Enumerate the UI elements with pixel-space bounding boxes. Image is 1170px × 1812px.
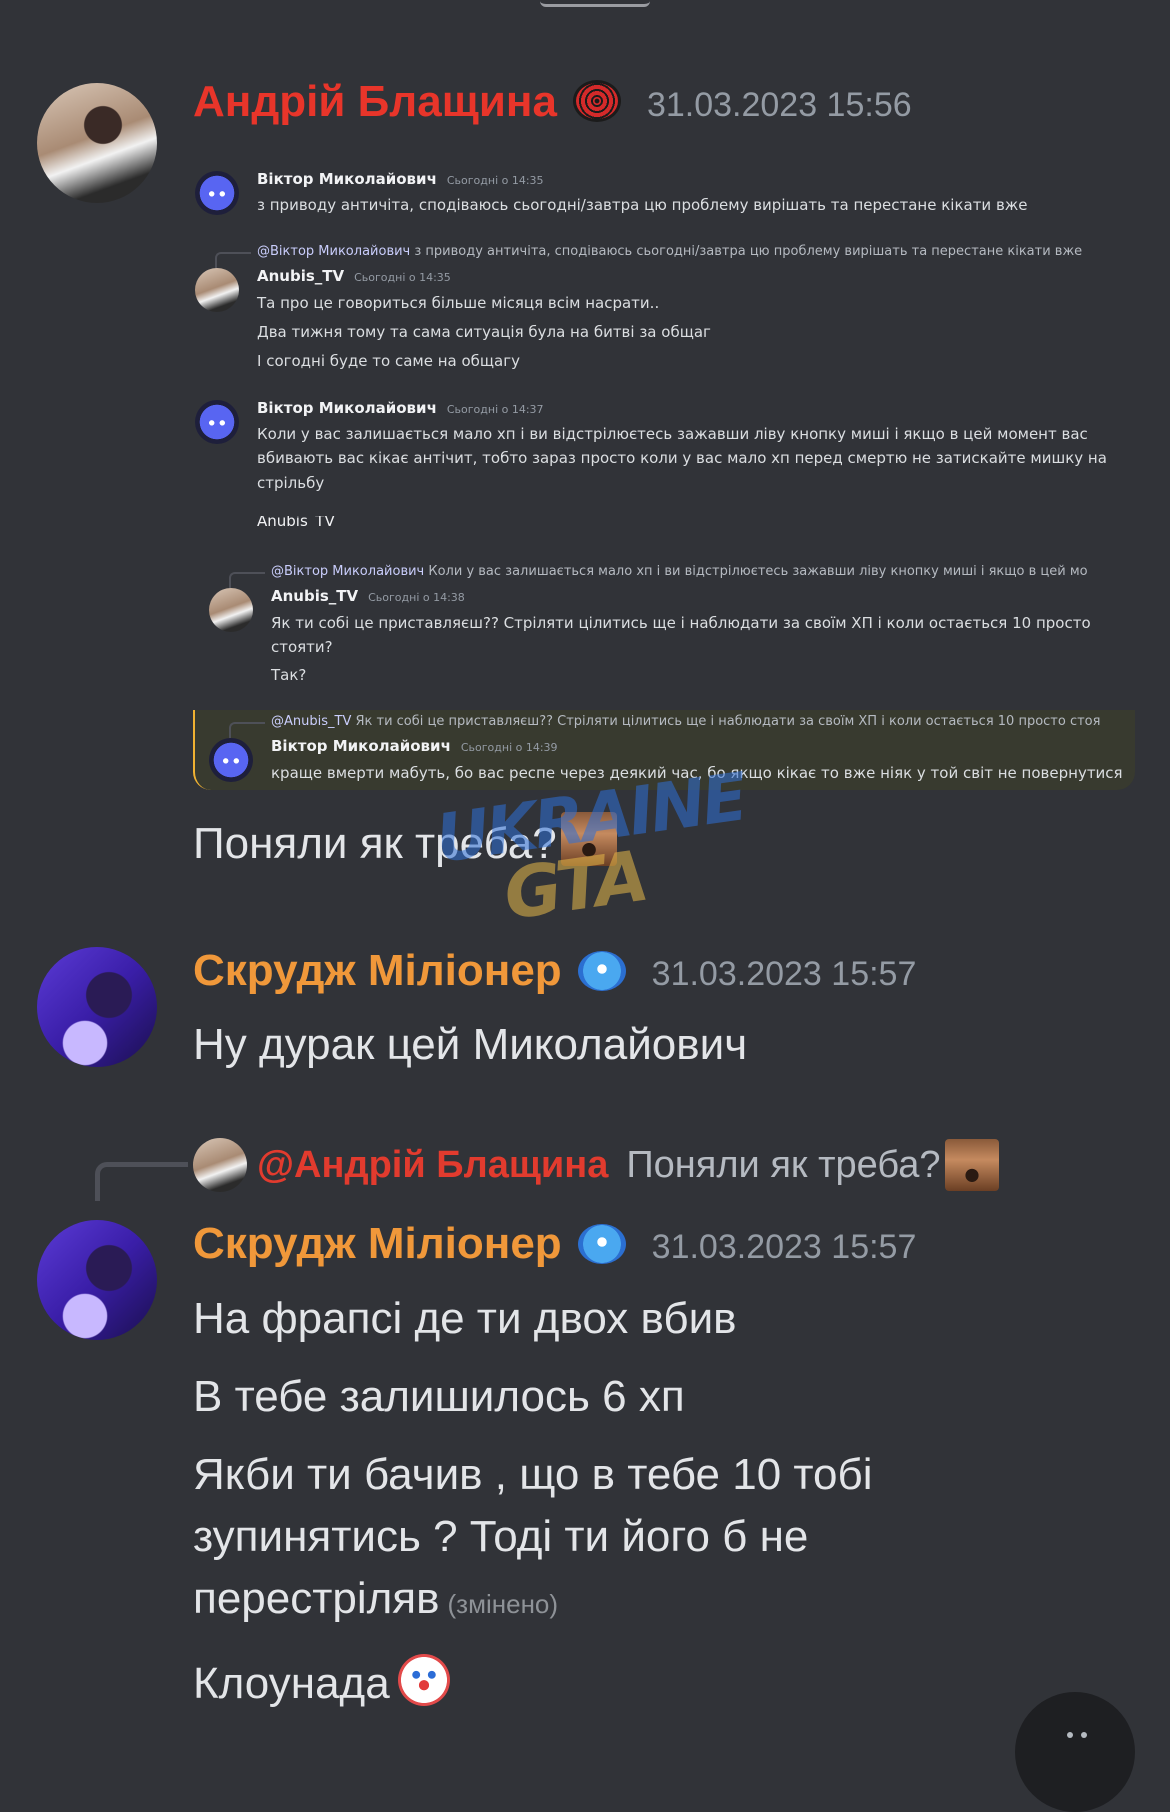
- message-header: Скрудж Міліонер 31.03.2023 15:57: [193, 1218, 916, 1269]
- message-text[interactable]: Ну дурак цей Миколайович: [193, 1020, 747, 1070]
- avatar: [209, 588, 253, 632]
- avatar[interactable]: [37, 947, 157, 1067]
- more-actions-button[interactable]: [1015, 1692, 1135, 1812]
- embed-author: Віктор Миколайович Сьогодні о 14:39: [271, 737, 558, 755]
- message-text[interactable]: Клоунада: [193, 1654, 450, 1709]
- embed-reply-preview: @Віктор Миколайович Коли у вас залишаєть…: [271, 564, 1088, 579]
- message-text[interactable]: На фрапсі де ти двох вбив: [193, 1294, 737, 1344]
- message-text[interactable]: Якби ти бачив , що в тебе 10 тобі: [193, 1450, 873, 1500]
- embed-message-text: стояти?: [271, 638, 333, 656]
- timestamp: 31.03.2023 15:57: [651, 1228, 917, 1266]
- username[interactable]: Скрудж Міліонер: [193, 1219, 562, 1269]
- message-header: Скрудж Міліонер 31.03.2023 15:57: [193, 945, 916, 996]
- avatar: [195, 400, 239, 444]
- avatar: [193, 1138, 247, 1192]
- username[interactable]: Скрудж Міліонер: [193, 946, 562, 996]
- embed-message-text: стрільбу: [257, 474, 325, 492]
- reply-spine: [229, 722, 265, 738]
- embed-message-text: вбивають вас кікає антічит, тобто зараз …: [257, 449, 1107, 467]
- embed-message-text: Коли у вас залишається мало хп і ви відс…: [257, 425, 1088, 443]
- timestamp: 31.03.2023 15:56: [646, 86, 912, 124]
- embedded-screenshot: Віктор Миколайович Сьогодні о 14:35 з при…: [193, 150, 1135, 790]
- embed-message-text: Та про це говориться більше місяця всім …: [257, 294, 660, 312]
- embed-author: Віктор Миколайович Сьогодні о 14:37: [257, 399, 544, 417]
- blue-face-icon: [577, 1224, 626, 1264]
- blue-face-icon: [577, 951, 626, 991]
- edited-label: (змінено): [447, 1589, 559, 1619]
- embed-message-text: Як ти собі це приставляєш?? Стріляти ціл…: [271, 614, 1091, 632]
- embed-message-text: з приводу античіта, сподіваюсь сьогодні/…: [257, 196, 1028, 214]
- embed-author: Віктор Миколайович Сьогодні о 14:35: [257, 170, 544, 188]
- embed-author: Anubis_TV Сьогодні о 14:35: [257, 267, 451, 285]
- timestamp: 31.03.2023 15:57: [651, 955, 917, 993]
- spider-icon: [572, 80, 621, 122]
- embed-reply-preview: @Віктор Миколайович з приводу античіта, …: [257, 244, 1083, 259]
- message-text[interactable]: перестріляв (змінено): [193, 1574, 558, 1624]
- embed-message-text: Два тижня тому та сама ситуація була на …: [257, 323, 711, 341]
- avatar: [209, 738, 253, 782]
- reply-mention[interactable]: @Андрій Блащина: [257, 1144, 608, 1187]
- message-header: Андрій Блащина 31.03.2023 15:56: [193, 74, 912, 127]
- embed-message-text: Так?: [271, 666, 307, 684]
- message-text[interactable]: В тебе залишилось 6 хп: [193, 1372, 685, 1422]
- cropped-fragment: Anubis_TV: [257, 516, 335, 526]
- avatar[interactable]: [37, 83, 157, 203]
- clown-icon: [397, 1654, 450, 1706]
- embed-author: Anubis_TV Сьогодні о 14:38: [271, 587, 465, 605]
- avatar: [195, 171, 239, 215]
- top-cut-indicator: [0, 0, 1170, 10]
- avatar[interactable]: [37, 1220, 157, 1340]
- embed-message-text: І согодні буде то саме на общагу: [257, 352, 520, 370]
- reply-preview[interactable]: @Андрій Блащина Поняли як треба?: [193, 1138, 999, 1192]
- message-text[interactable]: зупинятись ? Тоді ти його б не: [193, 1512, 808, 1562]
- reply-spine: [95, 1162, 188, 1201]
- laughing-man-icon: [944, 1139, 999, 1191]
- embed-reply-preview: @Anubis_TV Як ти собі це приставляєш?? С…: [271, 714, 1101, 729]
- reply-text: Поняли як треба?: [626, 1143, 941, 1186]
- avatar: [195, 268, 239, 312]
- username[interactable]: Андрій Блащина: [193, 77, 557, 127]
